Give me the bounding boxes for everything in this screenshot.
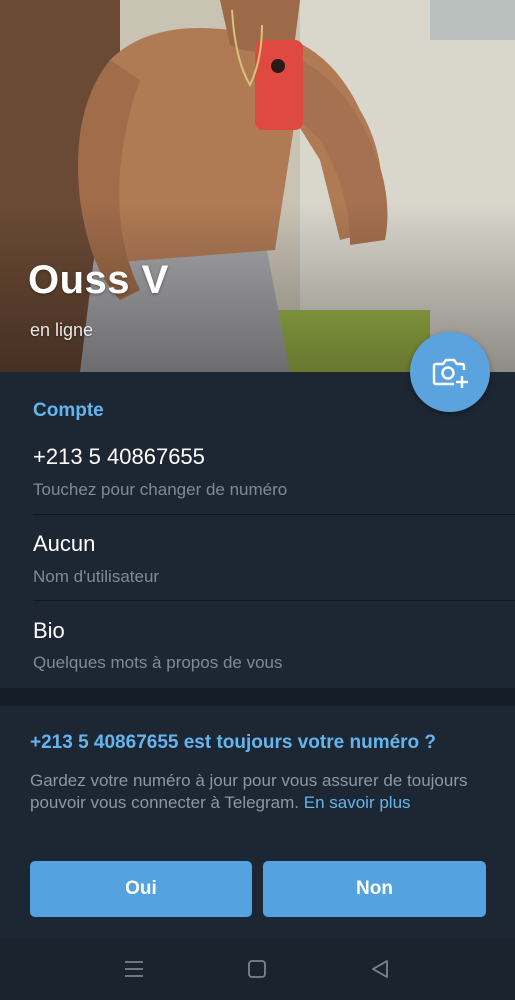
bio-row[interactable]: Bio Quelques mots à propos de vous — [0, 601, 515, 687]
phone-row[interactable]: +213 5 40867655 Touchez pour changer de … — [0, 428, 515, 514]
account-section: Compte +213 5 40867655 Touchez pour chan… — [0, 372, 515, 688]
learn-more-link[interactable]: En savoir plus — [304, 793, 411, 812]
set-photo-button[interactable] — [410, 332, 490, 412]
back-triangle-icon[interactable] — [367, 956, 393, 982]
section-gap — [0, 688, 515, 706]
yes-button[interactable]: Oui — [30, 861, 252, 917]
username-hint: Nom d'utilisateur — [33, 567, 160, 586]
username-value: Aucun — [33, 531, 96, 556]
phone-number: +213 5 40867655 — [33, 444, 205, 469]
username-row[interactable]: Aucun Nom d'utilisateur — [0, 515, 515, 601]
phone-hint: Touchez pour changer de numéro — [33, 480, 288, 499]
profile-status: en ligne — [30, 320, 94, 340]
system-nav-bar — [0, 938, 515, 1000]
profile-header: Ouss V en ligne — [0, 0, 515, 372]
phone-check-card: +213 5 40867655 est toujours votre numér… — [0, 706, 515, 938]
bio-value: Bio — [33, 618, 65, 643]
home-square-icon[interactable] — [244, 956, 270, 982]
add-photo-icon — [432, 358, 468, 388]
phone-check-text: Gardez votre numéro à jour pour vous ass… — [30, 770, 490, 814]
section-title-account: Compte — [33, 400, 104, 421]
phone-check-title: +213 5 40867655 est toujours votre numér… — [30, 732, 437, 753]
profile-name: Ouss V — [28, 258, 169, 302]
bio-hint: Quelques mots à propos de vous — [33, 653, 283, 672]
no-button[interactable]: Non — [263, 861, 486, 917]
menu-icon[interactable] — [121, 956, 147, 982]
